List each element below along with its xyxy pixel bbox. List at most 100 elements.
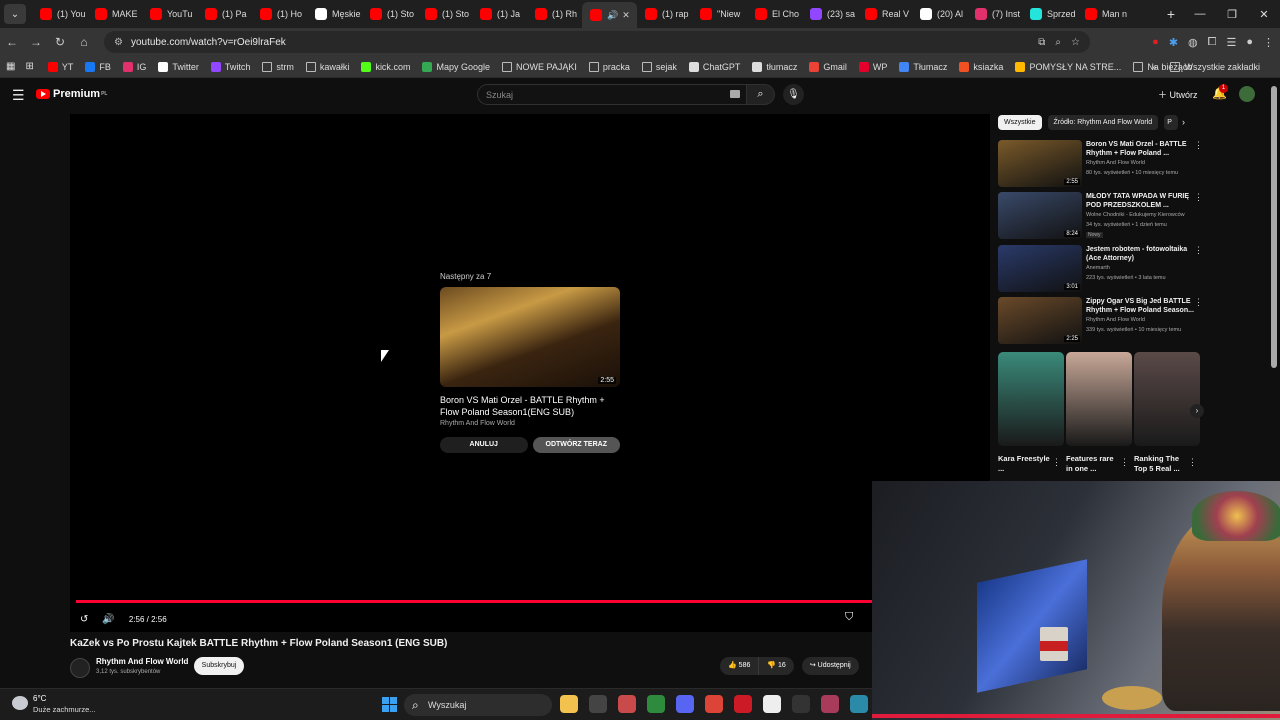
browser-tab[interactable]: 🔊 ✕ [582, 2, 637, 28]
record-extension-icon[interactable]: ● [1152, 36, 1159, 48]
short-thumbnail[interactable] [1134, 352, 1200, 446]
weather-temperature[interactable]: 6°C [33, 694, 46, 703]
browser-tab[interactable]: (20) Al [912, 2, 967, 26]
bookmark-item[interactable]: FB [85, 61, 111, 72]
extensions-puzzle-icon[interactable]: ⧠ [1208, 36, 1217, 49]
site-info-icon[interactable]: ⚙ [114, 37, 123, 48]
opera-icon[interactable] [734, 695, 752, 713]
progress-bar[interactable] [76, 600, 984, 603]
more-actions-icon[interactable]: ⋮ [1194, 297, 1203, 308]
recommended-video[interactable]: 8:24 MŁODY TATA WPADA W FURIĘ POD PRZEDSZ… [998, 192, 1203, 242]
create-button[interactable]: ＋ Utwórz [1158, 88, 1198, 101]
short-title[interactable]: Kara Freestyle ... [998, 454, 1050, 474]
browser-tab[interactable]: (1) Ho [252, 2, 307, 26]
more-actions-icon[interactable]: ⋮ [1194, 140, 1203, 151]
profile-icon[interactable]: ● [1246, 36, 1253, 48]
sponsor-shield-icon[interactable]: ⛉ [845, 611, 853, 624]
restore-button[interactable]: ❐ [1216, 8, 1248, 21]
new-tab-button[interactable]: + [1160, 6, 1182, 22]
next-video-thumbnail[interactable]: 2:55 [440, 287, 620, 387]
recommended-title[interactable]: MŁODY TATA WPADA W FURIĘ POD PRZEDSZKOLE… [1086, 192, 1194, 210]
browser-tab[interactable]: El Cho [747, 2, 802, 26]
bookmark-folder[interactable]: NOWE PAJĄKI [501, 61, 577, 72]
bookmark-folder[interactable]: sejak [641, 61, 677, 72]
shield-app-icon[interactable] [647, 695, 665, 713]
chrome-icon[interactable] [705, 695, 723, 713]
dislike-button[interactable]: 👎 16 [758, 657, 794, 675]
browser-tab[interactable]: Man n [1077, 2, 1132, 26]
volume-icon[interactable]: 🔊 [102, 614, 114, 625]
browser-tab[interactable]: Męskie [307, 2, 362, 26]
bookmark-folder[interactable]: pracka [588, 61, 630, 72]
recommended-thumbnail[interactable]: 3:01 [998, 245, 1082, 292]
install-app-icon[interactable]: ⧉ [1038, 37, 1045, 48]
chip-all[interactable]: Wszystkie [998, 115, 1042, 130]
more-actions-icon[interactable]: ⋮ [1194, 245, 1203, 256]
apps-grid-icon[interactable]: ▦ [6, 61, 15, 72]
bookmark-item[interactable]: POMYSŁY NA STRE... [1015, 61, 1121, 72]
more-actions-icon[interactable]: ⋮ [1194, 192, 1203, 203]
tab-search-button[interactable]: ⌄ [4, 4, 26, 24]
address-bar[interactable]: ⚙ youtube.com/watch?v=rOei9lraFek ⧉ ⌕ ☆ [104, 31, 1090, 53]
bookmark-item[interactable]: IG [122, 61, 146, 72]
short-title[interactable]: Features rare in one ... [1066, 454, 1118, 474]
taskbar-search[interactable]: Wyszukaj [404, 694, 552, 716]
play-now-button[interactable]: ODTWÓRZ TERAZ [532, 437, 620, 453]
menu-icon[interactable]: ☰ [12, 87, 25, 104]
replay-icon[interactable]: ↺ [80, 614, 88, 625]
browser-tab[interactable]: (23) sa [802, 2, 857, 26]
recommended-video[interactable]: 3:01 Jestem robotem - fotowoltaika (Ace A… [998, 245, 1203, 295]
browser-tab[interactable]: (1) rap [637, 2, 692, 26]
discord-icon[interactable] [676, 695, 694, 713]
tab-grid-icon[interactable]: ⊞ [25, 61, 33, 72]
browser-tab[interactable]: (1) Pa [197, 2, 252, 26]
browser-tab[interactable]: Real V [857, 2, 912, 26]
subscribe-button[interactable]: Subskrybuj [194, 657, 244, 675]
forward-icon[interactable]: → [24, 35, 48, 49]
all-bookmarks-folder[interactable]: Wszystkie zakładki [1170, 62, 1260, 72]
windows-start-icon[interactable] [382, 697, 397, 712]
mouse-app-icon[interactable] [792, 695, 810, 713]
browser-tab[interactable]: "Niew [692, 2, 747, 26]
short-thumbnail[interactable] [1066, 352, 1132, 446]
bookmark-item[interactable]: ksiazka [959, 61, 1003, 72]
browser-menu-icon[interactable]: ⋮ [1263, 36, 1274, 49]
bookmark-item[interactable]: YT [47, 61, 73, 72]
tab-groups-icon[interactable]: ☰ [1226, 36, 1236, 49]
recommended-title[interactable]: Boron VS Mati Orzel - BATTLE Rhythm + Fl… [1086, 140, 1194, 158]
bookmark-item[interactable]: Twitch [210, 61, 250, 72]
zoom-icon[interactable]: ⌕ [1055, 37, 1061, 48]
browser-tab[interactable]: (1) Rh [527, 2, 582, 26]
short-more-icon[interactable]: ⋮ [1120, 457, 1129, 468]
close-tab-icon[interactable]: ✕ [622, 10, 630, 21]
voice-search-button[interactable]: 🎙 [783, 84, 804, 105]
notes-app-icon[interactable] [763, 695, 781, 713]
browser-tab[interactable]: (1) Ja [472, 2, 527, 26]
bookmark-item[interactable]: WP [858, 61, 887, 72]
weather-cloud-icon[interactable] [12, 696, 28, 710]
search-button[interactable]: ⌕ [747, 84, 775, 105]
youtube-logo[interactable]: Premium PL [36, 88, 107, 100]
recommended-video[interactable]: 2:55 Boron VS Mati Orzel - BATTLE Rhythm … [998, 140, 1203, 190]
browser-tab[interactable]: MAKE [87, 2, 142, 26]
minimize-button[interactable]: — [1184, 8, 1216, 20]
short-thumbnail[interactable] [998, 352, 1064, 446]
bookmark-item[interactable]: kick.com [361, 61, 410, 72]
recommended-thumbnail[interactable]: 8:24 [998, 192, 1082, 239]
recommended-thumbnail[interactable]: 2:55 [998, 140, 1082, 187]
channel-name[interactable]: Rhythm And Flow World [96, 657, 188, 666]
bookmarks-overflow-icon[interactable]: » [1151, 62, 1156, 72]
cancel-autoplay-button[interactable]: ANULUJ [440, 437, 528, 453]
extension-icon[interactable]: ◍ [1188, 36, 1198, 49]
recommended-thumbnail[interactable]: 2:25 [998, 297, 1082, 344]
recommended-title[interactable]: Jestem robotem - fotowoltaika (Ace Attor… [1086, 245, 1194, 263]
page-scrollbar[interactable] [1271, 86, 1277, 368]
short-more-icon[interactable]: ⋮ [1188, 457, 1197, 468]
file-explorer-icon[interactable] [560, 695, 578, 713]
globe-app-icon[interactable] [850, 695, 868, 713]
reload-icon[interactable]: ↻ [48, 35, 72, 49]
close-window-button[interactable]: ✕ [1248, 8, 1280, 21]
chip-source[interactable]: Źródło: Rhythm And Flow World [1047, 115, 1159, 130]
browser-tab[interactable]: (1) Sto [417, 2, 472, 26]
home-icon[interactable]: ⌂ [72, 35, 96, 49]
